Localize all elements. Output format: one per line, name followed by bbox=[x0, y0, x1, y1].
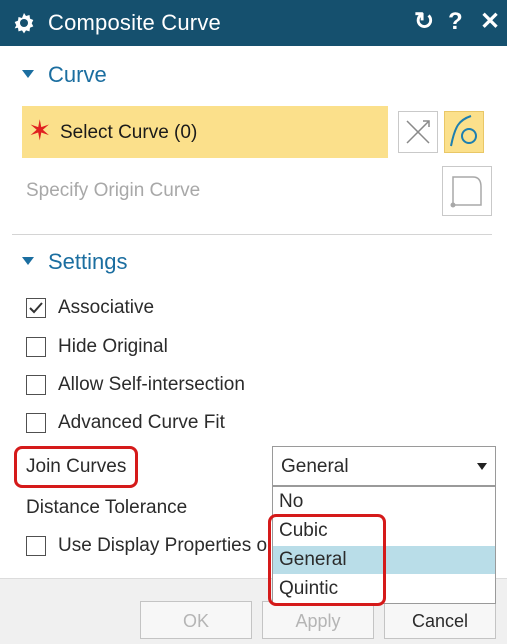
check-icon bbox=[29, 302, 43, 314]
reset-icon[interactable]: ↻ bbox=[414, 8, 434, 36]
collapse-triangle-icon bbox=[22, 257, 34, 266]
select-curve-label: Select Curve (0) bbox=[60, 122, 198, 143]
settings-section-label: Settings bbox=[48, 249, 128, 274]
apply-button[interactable]: Apply bbox=[262, 601, 374, 639]
curve-section-header[interactable]: Curve bbox=[22, 62, 107, 88]
close-icon[interactable]: ✕ bbox=[480, 8, 500, 36]
title-bar: Composite Curve ↻ ? ✕ bbox=[0, 0, 507, 46]
select-curve-row[interactable]: ✶ Select Curve (0) bbox=[22, 106, 388, 158]
use-display-properties-checkbox[interactable] bbox=[26, 536, 46, 556]
gear-icon[interactable] bbox=[12, 11, 36, 35]
origin-curve-icon bbox=[450, 176, 482, 208]
hide-original-checkbox[interactable] bbox=[26, 337, 46, 357]
advanced-curve-fit-checkbox[interactable] bbox=[26, 413, 46, 433]
chevron-down-icon bbox=[477, 463, 487, 470]
join-curves-select[interactable]: General bbox=[272, 446, 496, 486]
curve-rule-button[interactable] bbox=[444, 111, 484, 153]
curve-section-label: Curve bbox=[48, 62, 107, 87]
section-divider bbox=[12, 234, 492, 235]
annotation-highlight-box bbox=[14, 446, 138, 488]
cross-arrows-icon bbox=[406, 120, 430, 144]
dropdown-option-no[interactable]: No bbox=[273, 488, 495, 516]
curve-icon bbox=[450, 115, 477, 147]
reverse-direction-button[interactable] bbox=[398, 111, 438, 153]
option-label: No bbox=[279, 491, 304, 512]
specify-origin-curve-label: Specify Origin Curve bbox=[26, 180, 201, 201]
collapse-triangle-icon bbox=[22, 70, 34, 79]
allow-self-intersection-label: Allow Self-intersection bbox=[58, 374, 245, 395]
window-title: Composite Curve bbox=[48, 10, 221, 35]
hide-original-label: Hide Original bbox=[58, 336, 168, 357]
annotation-highlight-box bbox=[268, 514, 386, 606]
settings-section-header[interactable]: Settings bbox=[22, 249, 128, 275]
use-display-properties-label: Use Display Properties o bbox=[58, 535, 268, 556]
associative-checkbox[interactable] bbox=[26, 298, 46, 318]
origin-curve-button[interactable] bbox=[442, 166, 492, 216]
advanced-curve-fit-label: Advanced Curve Fit bbox=[58, 412, 225, 433]
cancel-button[interactable]: Cancel bbox=[384, 601, 496, 639]
required-star-icon: ✶ bbox=[28, 115, 52, 146]
join-curves-value: General bbox=[281, 456, 349, 477]
ok-button[interactable]: OK bbox=[140, 601, 252, 639]
associative-label: Associative bbox=[58, 297, 155, 318]
help-icon[interactable]: ? bbox=[448, 8, 463, 36]
allow-self-intersection-checkbox[interactable] bbox=[26, 375, 46, 395]
distance-tolerance-label: Distance Tolerance bbox=[26, 497, 188, 518]
